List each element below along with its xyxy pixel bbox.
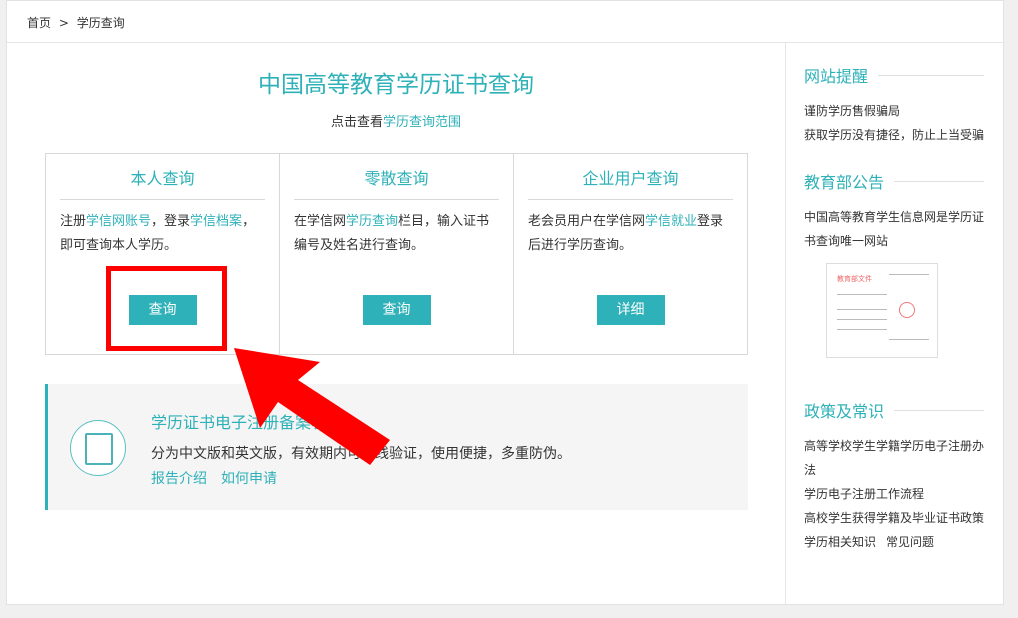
report-intro-link[interactable]: 报告介绍 bbox=[151, 471, 207, 487]
degree-query-link[interactable]: 学历查询 bbox=[346, 214, 398, 229]
sidebar-link[interactable]: 获取学历没有捷径，防止上当受骗 bbox=[804, 123, 984, 147]
section-title: 政策及常识 bbox=[804, 398, 984, 422]
sidebar-link[interactable]: 高等学校学生学籍学历电子注册办法 bbox=[804, 434, 984, 482]
chsi-archive-link[interactable]: 学信档案 bbox=[190, 214, 242, 229]
sidebar-link[interactable]: 学历相关知识 bbox=[804, 535, 876, 549]
page-title: 中国高等教育学历证书查询 bbox=[7, 65, 785, 99]
breadcrumb: 首页 > 学历查询 bbox=[7, 1, 1003, 43]
card-title: 本人查询 bbox=[60, 154, 265, 200]
certificate-icon bbox=[70, 420, 126, 476]
enterprise-query-card: 企业用户查询 老会员用户在学信网学信就业登录后进行学历查询。 详细 bbox=[514, 154, 747, 354]
sidebar-link[interactable]: 高校学生获得学籍及毕业证书政策 bbox=[804, 506, 984, 530]
query-scope-link[interactable]: 学历查询范围 bbox=[383, 115, 461, 130]
single-query-card: 零散查询 在学信网学历查询栏目，输入证书编号及姓名进行查询。 查询 bbox=[280, 154, 514, 354]
sidebar: 网站提醒 谨防学历售假骗局 获取学历没有捷径，防止上当受骗 教育部公告 中国高等… bbox=[785, 43, 1004, 605]
card-desc: 老会员用户在学信网学信就业登录后进行学历查询。 bbox=[528, 210, 733, 258]
sidebar-link[interactable]: 中国高等教育学生信息网是学历证书查询唯一网站 bbox=[804, 205, 984, 253]
highlight-box bbox=[106, 266, 227, 351]
subtitle: 点击查看学历查询范围 bbox=[7, 111, 785, 130]
main-content: 中国高等教育学历证书查询 点击查看学历查询范围 本人查询 注册学信网账号，登录学… bbox=[7, 43, 785, 605]
sidebar-link[interactable]: 常见问题 bbox=[886, 535, 934, 549]
red-arrow-annotation bbox=[230, 340, 400, 470]
chsi-account-link[interactable]: 学信网账号 bbox=[86, 214, 151, 229]
chsi-jobs-link[interactable]: 学信就业 bbox=[645, 214, 697, 229]
breadcrumb-separator: > bbox=[59, 16, 69, 30]
subtitle-text: 点击查看 bbox=[331, 115, 383, 130]
section-title: 网站提醒 bbox=[804, 63, 984, 87]
card-title: 企业用户查询 bbox=[528, 154, 733, 200]
page: 首页 > 学历查询 中国高等教育学历证书查询 点击查看学历查询范围 本人查询 注… bbox=[6, 0, 1004, 605]
sidebar-link[interactable]: 学历电子注册工作流程 bbox=[804, 482, 984, 506]
card-title: 零散查询 bbox=[294, 154, 499, 200]
details-button[interactable]: 详细 bbox=[597, 295, 665, 325]
how-to-apply-link[interactable]: 如何申请 bbox=[221, 471, 277, 487]
card-desc: 注册学信网账号，登录学信档案，即可查询本人学历。 bbox=[60, 210, 265, 258]
section-title: 教育部公告 bbox=[804, 169, 984, 193]
single-query-button[interactable]: 查询 bbox=[363, 295, 431, 325]
breadcrumb-home[interactable]: 首页 bbox=[27, 16, 51, 30]
announcement-document-image[interactable]: 教育部文件 bbox=[826, 263, 938, 358]
breadcrumb-current: 学历查询 bbox=[77, 16, 125, 30]
card-desc: 在学信网学历查询栏目，输入证书编号及姓名进行查询。 bbox=[294, 210, 499, 258]
sidebar-link[interactable]: 谨防学历售假骗局 bbox=[804, 99, 984, 123]
